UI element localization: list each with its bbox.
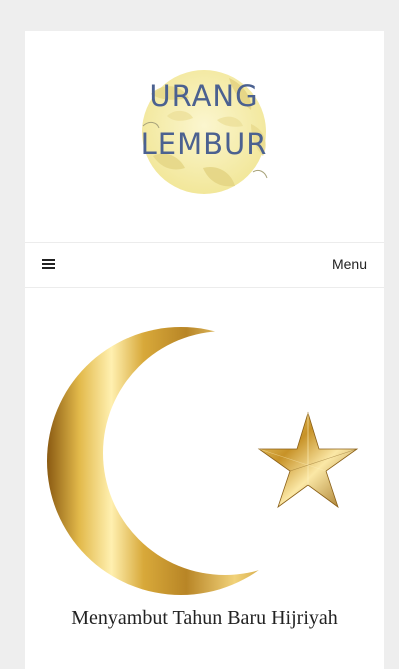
post-title-link[interactable]: Menyambut Tahun Baru Hijriyah — [45, 606, 364, 631]
crescent-and-star-icon — [47, 327, 359, 595]
featured-image[interactable] — [40, 313, 368, 603]
site-header: URANG LEMBUR — [25, 31, 384, 241]
hamburger-menu-icon[interactable] — [42, 259, 55, 270]
main-navigation: Menu — [25, 242, 384, 288]
logo-line-2: LEMBUR — [140, 127, 268, 161]
menu-toggle-button[interactable]: Menu — [332, 256, 367, 272]
page-container: URANG LEMBUR Menu Menyambut Tahun Baru H… — [25, 31, 384, 669]
site-logo[interactable]: URANG LEMBUR — [133, 64, 275, 196]
logo-line-1: URANG — [149, 79, 259, 113]
